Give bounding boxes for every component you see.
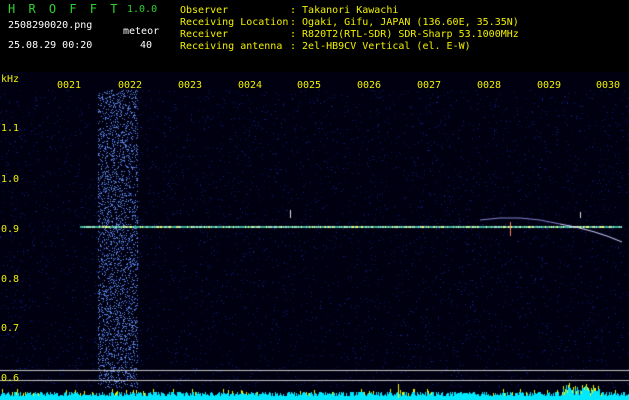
info-value-observer: : Takanori Kawachi bbox=[290, 5, 399, 16]
y-tick-label: 1.0 bbox=[1, 174, 20, 185]
x-tick-label: 0022 bbox=[118, 80, 143, 91]
info-key-receiver: Receiver bbox=[180, 29, 229, 40]
x-tick-label: 0030 bbox=[596, 80, 621, 91]
y-tick-label: 0.7 bbox=[1, 323, 20, 334]
info-key-antenna: Receiving antenna bbox=[180, 41, 283, 52]
x-tick-label: 0023 bbox=[178, 80, 203, 91]
x-tick-label: 0021 bbox=[57, 80, 82, 91]
y-tick-label: 1.1 bbox=[1, 123, 20, 134]
info-value-location: : Ogaki, Gifu, JAPAN (136.60E, 35.35N) bbox=[290, 17, 519, 28]
meteor-label: meteor bbox=[123, 26, 160, 37]
file-datetime: 25.08.29 00:20 bbox=[8, 40, 93, 51]
file-name: 2508290020.png bbox=[8, 20, 93, 31]
app-version: 1.0.0 bbox=[127, 4, 158, 15]
header-panel: H R O F F T 1.0.0 2508290020.png 25.08.2… bbox=[0, 0, 629, 72]
app-title: H R O F F T bbox=[8, 2, 121, 16]
y-axis-unit: kHz bbox=[1, 74, 20, 85]
meteor-count: 40 bbox=[140, 40, 153, 51]
x-tick-label: 0024 bbox=[238, 80, 263, 91]
info-key-location: Receiving Location bbox=[180, 17, 289, 28]
x-tick-label: 0028 bbox=[477, 80, 502, 91]
y-tick-label: 0.8 bbox=[1, 274, 20, 285]
y-tick-label: 0.9 bbox=[1, 224, 20, 235]
spectrogram-canvas bbox=[0, 72, 629, 400]
y-tick-label: 0.6 bbox=[1, 373, 20, 384]
info-value-receiver: : R820T2(RTL-SDR) SDR-Sharp 53.1000MHz bbox=[290, 29, 519, 40]
x-tick-label: 0026 bbox=[357, 80, 382, 91]
x-tick-label: 0027 bbox=[417, 80, 442, 91]
x-tick-label: 0029 bbox=[537, 80, 562, 91]
info-key-observer: Observer bbox=[180, 5, 229, 16]
info-value-antenna: : 2el-HB9CV Vertical (el. E-W) bbox=[290, 41, 471, 52]
x-tick-label: 0025 bbox=[297, 80, 322, 91]
